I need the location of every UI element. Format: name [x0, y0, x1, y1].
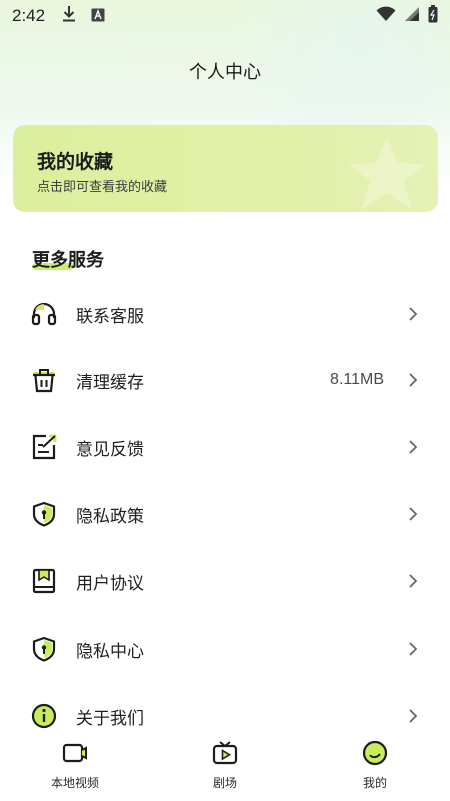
info-icon [31, 703, 57, 729]
menu-item-label: 隐私政策 [76, 506, 144, 527]
page-title: 个人中心 [189, 62, 261, 83]
status-time: 2:42 [12, 6, 46, 25]
nav-tab-label: 我的 [362, 776, 387, 790]
chevron-right-icon [409, 507, 418, 521]
chevron-right-icon [409, 642, 418, 656]
headset-icon [31, 302, 57, 326]
book-icon [32, 568, 56, 594]
favorites-card[interactable]: 我的收藏 点击即可查看我的收藏 [13, 125, 438, 212]
favorites-title: 我的收藏 [37, 151, 114, 173]
section-title-more-services: 更多服务 [32, 250, 104, 271]
bottom-nav: 本地视频 剧场 我的 [0, 730, 450, 801]
nav-tab-theater[interactable]: 剧场 [175, 730, 275, 801]
chevron-right-icon [409, 574, 418, 588]
chevron-right-icon [409, 440, 418, 454]
nav-tab-label: 剧场 [212, 776, 237, 790]
menu-item-label: 联系客服 [76, 306, 144, 327]
star-decoration-icon [348, 137, 426, 209]
menu-item-feedback[interactable]: 意见反馈 [0, 419, 450, 475]
cache-size-value: 8.11MB [330, 371, 384, 388]
nav-tab-mine[interactable]: 我的 [325, 730, 425, 801]
menu-item-contact-support[interactable]: 联系客服 [0, 286, 450, 342]
feedback-icon [32, 434, 57, 460]
smile-icon [362, 740, 388, 766]
menu-item-privacy-center[interactable]: 隐私中心 [0, 621, 450, 677]
favorites-subtitle: 点击即可查看我的收藏 [37, 180, 168, 195]
nav-tab-label: 本地视频 [50, 776, 99, 790]
menu-item-label: 隐私中心 [76, 641, 144, 662]
signal-icon [404, 6, 420, 26]
chevron-right-icon [409, 373, 418, 387]
menu-item-user-agreement[interactable]: 用户协议 [0, 553, 450, 609]
shield-icon [32, 501, 56, 527]
menu-item-label: 清理缓存 [76, 372, 144, 393]
menu-item-label: 意见反馈 [76, 439, 144, 460]
menu-item-label: 用户协议 [76, 573, 144, 594]
status-bar: 2:42 [0, 0, 450, 32]
shield-icon [32, 636, 56, 662]
nav-tab-local-video[interactable]: 本地视频 [25, 730, 125, 801]
chevron-right-icon [409, 709, 418, 723]
battery-icon [428, 5, 438, 27]
menu-item-clear-cache[interactable]: 清理缓存 8.11MB [0, 352, 450, 408]
font-a-icon [91, 7, 105, 26]
trash-icon [33, 369, 55, 393]
chevron-right-icon [409, 307, 418, 321]
wifi-icon [376, 6, 396, 26]
tv-play-icon [212, 741, 238, 765]
video-folder-icon [62, 743, 87, 763]
download-icon [61, 5, 77, 27]
menu-item-label: 关于我们 [76, 708, 144, 729]
menu-item-privacy-policy[interactable]: 隐私政策 [0, 486, 450, 542]
